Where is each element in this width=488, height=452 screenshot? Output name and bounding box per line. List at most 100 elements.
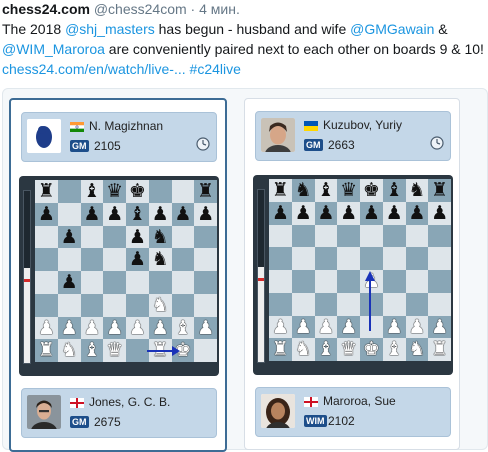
black-knight-icon[interactable]: ♞ xyxy=(406,179,429,202)
black-rook-icon[interactable]: ♜ xyxy=(428,179,451,202)
board-square[interactable] xyxy=(360,315,383,339)
board-square[interactable] xyxy=(194,271,217,294)
black-pawn-icon[interactable]: ♟ xyxy=(383,202,406,225)
white-knight-icon[interactable]: ♞ xyxy=(292,338,315,361)
board-square[interactable] xyxy=(360,247,383,270)
board-square[interactable] xyxy=(103,248,126,271)
black-king-icon[interactable]: ♚ xyxy=(126,180,149,203)
board-panel-2[interactable]: Kuzubov, Yuriy GM 2663 ♜ ♞ ♝ ♛ ♚ ♝ ♞ ♜ ♟ ♟ ♟ ♟ ♟ ♟ ♟ ♟ ♟… xyxy=(244,98,460,450)
black-rook-icon[interactable]: ♜ xyxy=(194,180,217,203)
white-queen-icon[interactable]: ♛ xyxy=(337,338,360,361)
board-square[interactable] xyxy=(80,225,104,249)
board-square[interactable] xyxy=(337,270,360,293)
board-square[interactable] xyxy=(80,293,104,317)
board-square[interactable] xyxy=(148,180,172,203)
black-pawn-icon[interactable]: ♟ xyxy=(315,202,338,225)
white-pawn-icon[interactable]: ♟ xyxy=(126,317,149,340)
board-square[interactable] xyxy=(382,224,406,248)
board-square[interactable] xyxy=(171,248,195,271)
board-square[interactable] xyxy=(291,224,315,248)
white-bishop-icon[interactable]: ♝ xyxy=(172,317,195,340)
black-pawn-icon[interactable]: ♟ xyxy=(360,202,383,225)
white-bishop-icon[interactable]: ♝ xyxy=(315,338,338,361)
black-king-icon[interactable]: ♚ xyxy=(360,179,383,202)
black-pawn-icon[interactable]: ♟ xyxy=(172,203,195,226)
white-rook-icon[interactable]: ♜ xyxy=(428,338,451,361)
tweet-author[interactable]: chess24.com xyxy=(2,1,90,17)
board-square[interactable] xyxy=(103,293,126,317)
black-knight-icon[interactable]: ♞ xyxy=(149,226,172,249)
player-name[interactable]: Jones, G. C. B. xyxy=(89,395,170,409)
black-pawn-icon[interactable]: ♟ xyxy=(406,202,429,225)
board-square[interactable] xyxy=(126,271,149,294)
board-square[interactable] xyxy=(314,292,338,316)
white-pawn-icon[interactable]: ♟ xyxy=(315,316,338,339)
white-king-icon[interactable]: ♚ xyxy=(360,338,383,361)
board-square[interactable] xyxy=(103,225,126,249)
board-square[interactable] xyxy=(126,339,149,362)
white-pawn-icon[interactable]: ♟ xyxy=(103,317,126,340)
white-rook-icon[interactable]: ♜ xyxy=(269,338,292,361)
board-square[interactable] xyxy=(57,248,81,271)
black-queen-icon[interactable]: ♛ xyxy=(103,180,126,203)
black-pawn-icon[interactable]: ♟ xyxy=(269,202,292,225)
board-square[interactable] xyxy=(35,225,58,249)
black-bishop-icon[interactable]: ♝ xyxy=(81,180,104,203)
board-square[interactable] xyxy=(269,292,292,316)
white-pawn-icon[interactable]: ♟ xyxy=(149,317,172,340)
mention-shj-masters[interactable]: @shj_masters xyxy=(65,21,155,37)
hashtag-c24live[interactable]: #c24live xyxy=(190,61,241,77)
black-queen-icon[interactable]: ♛ xyxy=(337,179,360,202)
board-square[interactable] xyxy=(337,247,360,270)
board-square[interactable] xyxy=(291,247,315,270)
mention-wim-maroroa[interactable]: @WIM_Maroroa xyxy=(2,41,105,57)
board-square[interactable] xyxy=(148,271,172,294)
board-square[interactable] xyxy=(35,271,58,294)
board-square[interactable] xyxy=(405,270,429,293)
board-square[interactable] xyxy=(291,292,315,316)
board-square[interactable] xyxy=(57,293,81,317)
board-square[interactable] xyxy=(80,271,104,294)
board-square[interactable] xyxy=(291,270,315,293)
board-square[interactable] xyxy=(405,224,429,248)
board-square[interactable] xyxy=(428,292,451,316)
tweet-link[interactable]: chess24.com/en/watch/live-... xyxy=(2,61,186,77)
black-pawn-icon[interactable]: ♟ xyxy=(337,202,360,225)
board-square[interactable] xyxy=(382,247,406,270)
board-square[interactable] xyxy=(194,248,217,271)
white-pawn-icon[interactable]: ♟ xyxy=(383,316,406,339)
white-knight-icon[interactable]: ♞ xyxy=(58,339,81,362)
black-pawn-icon[interactable]: ♟ xyxy=(194,203,217,226)
white-pawn-icon[interactable]: ♟ xyxy=(292,316,315,339)
black-bishop-icon[interactable]: ♝ xyxy=(126,203,149,226)
board-square[interactable] xyxy=(360,292,383,316)
board-square[interactable] xyxy=(314,247,338,270)
black-pawn-icon[interactable]: ♟ xyxy=(126,226,149,249)
board-square[interactable] xyxy=(428,270,451,293)
board-square[interactable] xyxy=(194,339,217,362)
black-rook-icon[interactable]: ♜ xyxy=(269,179,292,202)
board-square[interactable] xyxy=(382,270,406,293)
black-knight-icon[interactable]: ♞ xyxy=(149,248,172,271)
black-bishop-icon[interactable]: ♝ xyxy=(315,179,338,202)
board-square[interactable] xyxy=(337,292,360,316)
board-square[interactable] xyxy=(269,270,292,293)
board-square[interactable] xyxy=(171,225,195,249)
black-bishop-icon[interactable]: ♝ xyxy=(383,179,406,202)
white-knight-icon[interactable]: ♞ xyxy=(406,338,429,361)
chess-board[interactable]: ♜ ♞ ♝ ♛ ♚ ♝ ♞ ♜ ♟ ♟ ♟ ♟ ♟ ♟ ♟ ♟ ♟ ♟ ♟ ♟ ♟ ♟ ♟ ♟ ♜ ♞ ♝ ♛ ♚ ♝ ♞ ♜ xyxy=(269,179,451,361)
board-square[interactable] xyxy=(57,180,81,203)
board-square[interactable] xyxy=(35,293,58,317)
black-pawn-icon[interactable]: ♟ xyxy=(149,203,172,226)
white-pawn-icon[interactable]: ♟ xyxy=(406,316,429,339)
white-bishop-icon[interactable]: ♝ xyxy=(81,339,104,362)
white-pawn-icon[interactable]: ♟ xyxy=(81,317,104,340)
board-square[interactable] xyxy=(428,224,451,248)
player-name[interactable]: Maroroa, Sue xyxy=(323,394,396,408)
board-panel-1[interactable]: N. Magizhnan GM 2105 ♜ ♝ ♛ ♚ ♜ ♟ ♟ ♟ ♝ ♟ ♟ ♟ ♟ ♟ ♞ ♟ ♞ ♟ ♞… xyxy=(9,98,227,452)
board-square[interactable] xyxy=(171,180,195,203)
white-rook-icon[interactable]: ♜ xyxy=(35,339,58,362)
white-knight-icon[interactable]: ♞ xyxy=(149,294,172,317)
white-pawn-icon[interactable]: ♟ xyxy=(194,317,217,340)
board-square[interactable] xyxy=(382,292,406,316)
